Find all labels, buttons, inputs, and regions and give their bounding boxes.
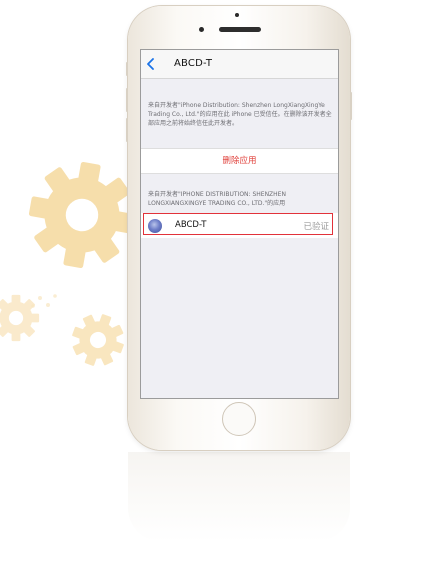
trusted-developer-description: 来自开发者"iPhone Distribution: Shenzhen Long… bbox=[148, 102, 332, 127]
volume-up-button bbox=[126, 88, 128, 112]
navigation-bar: ABCD-T bbox=[141, 50, 338, 79]
delete-apps-button[interactable]: 删除应用 bbox=[141, 148, 338, 174]
proximity-sensor bbox=[235, 13, 239, 17]
large-gear-icon bbox=[21, 154, 143, 276]
page-title: ABCD-T bbox=[174, 58, 213, 69]
developer-apps-header: 来自开发者"IPHONE DISTRIBUTION: SHENZHEN LONG… bbox=[148, 191, 286, 207]
small-gear-icon bbox=[0, 294, 40, 342]
front-camera-icon bbox=[199, 27, 204, 32]
highlight-box bbox=[143, 213, 333, 235]
phone-reflection bbox=[128, 452, 350, 542]
earpiece-speaker bbox=[219, 27, 261, 32]
mute-switch bbox=[126, 62, 128, 76]
volume-down-button bbox=[126, 118, 128, 142]
chevron-left-icon[interactable] bbox=[146, 58, 156, 70]
home-button[interactable] bbox=[222, 402, 256, 436]
medium-gear-icon bbox=[64, 306, 132, 374]
power-button bbox=[350, 92, 352, 120]
